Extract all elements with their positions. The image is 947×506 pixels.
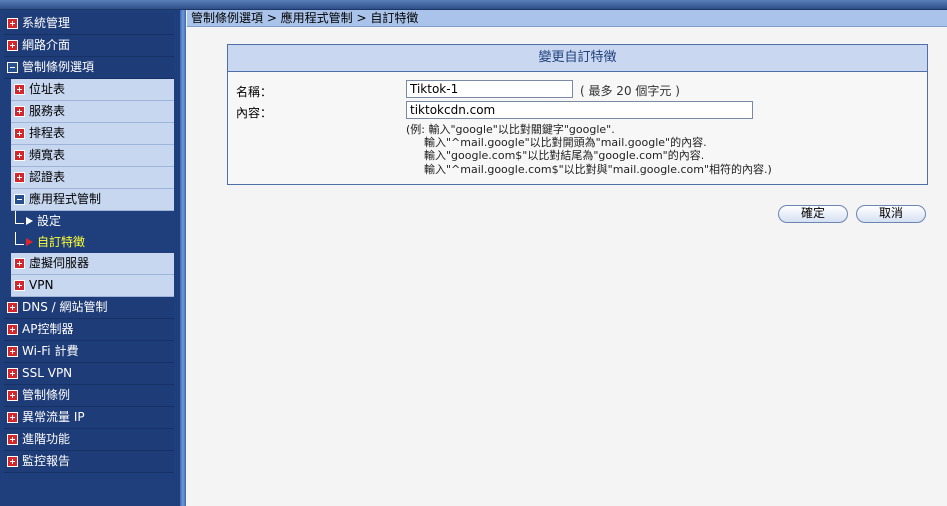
content-input[interactable] [406,101,753,119]
name-label: 名稱： [236,85,273,99]
example-line: 輸入"^mail.google"以比對開頭為"mail.google"的內容. [424,136,707,150]
name-input[interactable] [406,80,573,98]
sidebar-item-label: SSL VPN [22,366,73,380]
sidebar-item-label: Wi-Fi 計費 [22,344,79,358]
sidebar-leaf-custom-signature[interactable]: 自訂特徵 [11,232,174,253]
ok-button[interactable]: 確定 [778,205,848,223]
sidebar-item-policy-options[interactable]: 管制條例選項 [4,57,174,79]
sidebar-subitem-app-control[interactable]: 應用程式管制 [11,189,174,211]
sidebar-subitem-label: 位址表 [29,82,66,96]
sidebar-divider[interactable] [180,10,186,506]
arrow-right-icon [26,238,33,246]
expand-plus-icon [7,434,18,445]
example-help-text: (例: 輸入"google"以比對關鍵字"google". 輸入"^mail.g… [406,123,772,176]
expand-plus-icon [14,280,25,291]
sidebar-nav: 系統管理 網路介面 管制條例選項 位址表 服務表 排程表 頻寬表 認證表 應用程… [4,13,174,473]
expand-plus-icon [7,390,18,401]
cancel-button[interactable]: 取消 [856,205,926,223]
sidebar-item-advanced[interactable]: 進階功能 [4,429,174,451]
sidebar-item-ap-controller[interactable]: AP控制器 [4,319,174,341]
example-line: 輸入"google.com$"以比對結尾為"google.com"的內容. [424,149,705,163]
sidebar-leaf-settings[interactable]: 設定 [11,211,174,232]
example-line: 輸入"^mail.google.com$"以比對與"mail.google.co… [424,162,772,176]
sidebar-subitem-address[interactable]: 位址表 [11,79,174,101]
sidebar-item-label: 系統管理 [22,16,71,30]
tree-line-icon [15,211,24,224]
expand-plus-icon [7,302,18,313]
breadcrumb: 管制條例選項 > 應用程式管制 > 自訂特徵 [187,10,947,27]
sidebar-item-label: DNS / 網站管制 [22,300,108,314]
sidebar-subitem-virtual-server[interactable]: 虛擬伺服器 [11,253,174,275]
sidebar-subitem-auth[interactable]: 認證表 [11,167,174,189]
custom-signature-panel: 變更自訂特徵 名稱： ( 最多 20 個字元 ) 內容： (例: 輸入"goog… [227,44,928,185]
sidebar-subitem-bandwidth[interactable]: 頻寬表 [11,145,174,167]
sidebar-item-policy[interactable]: 管制條例 [4,385,174,407]
sidebar-leaf-label: 設定 [37,214,62,228]
example-line: (例: 輸入"google"以比對關鍵字"google". [406,123,615,136]
tree-line-icon [15,232,24,245]
sidebar-leaf-label: 自訂特徵 [37,235,86,249]
expand-plus-icon [7,324,18,335]
sidebar-subitem-label: 虛擬伺服器 [29,256,90,270]
sidebar-item-network[interactable]: 網路介面 [4,35,174,57]
content-label: 內容： [236,106,273,120]
expand-plus-icon [7,18,18,29]
arrow-right-icon [26,217,33,225]
top-bar [0,0,947,10]
expand-plus-icon [7,346,18,357]
sidebar-subitem-label: VPN [29,278,54,292]
expand-plus-icon [14,128,25,139]
sidebar-subitem-label: 排程表 [29,126,66,140]
sidebar-subitem-label: 應用程式管制 [29,192,102,206]
expand-plus-icon [14,84,25,95]
sidebar-item-ssl-vpn[interactable]: SSL VPN [4,363,174,385]
sidebar-item-label: 管制條例選項 [22,60,95,74]
expand-plus-icon [7,412,18,423]
sidebar-item-label: 網路介面 [22,38,71,52]
sidebar-subitem-service[interactable]: 服務表 [11,101,174,123]
sidebar-subitem-label: 頻寬表 [29,148,66,162]
expand-plus-icon [14,150,25,161]
sidebar-subitem-vpn[interactable]: VPN [11,275,174,297]
expand-plus-icon [7,40,18,51]
sidebar-subitem-schedule[interactable]: 排程表 [11,123,174,145]
expand-plus-icon [7,368,18,379]
sidebar-item-label: 監控報告 [22,454,71,468]
sidebar-item-wifi-billing[interactable]: Wi-Fi 計費 [4,341,174,363]
sidebar-item-dns-web[interactable]: DNS / 網站管制 [4,297,174,319]
expand-plus-icon [14,106,25,117]
collapse-minus-icon [7,62,18,73]
sidebar-item-monitor-report[interactable]: 監控報告 [4,451,174,473]
sidebar-item-label: AP控制器 [22,322,74,336]
main-content: 變更自訂特徵 名稱： ( 最多 20 個字元 ) 內容： (例: 輸入"goog… [187,28,947,506]
sidebar-item-system[interactable]: 系統管理 [4,13,174,35]
expand-plus-icon [7,456,18,467]
sidebar-subitem-label: 認證表 [29,170,66,184]
sidebar-subitem-label: 服務表 [29,104,66,118]
expand-plus-icon [14,172,25,183]
collapse-minus-icon [14,194,25,205]
sidebar-item-anomaly-ip[interactable]: 異常流量 IP [4,407,174,429]
sidebar-item-label: 進階功能 [22,432,71,446]
panel-title: 變更自訂特徵 [228,45,927,72]
name-hint: ( 最多 20 個字元 ) [580,84,680,98]
expand-plus-icon [14,258,25,269]
sidebar-item-label: 異常流量 IP [22,410,85,424]
sidebar-item-label: 管制條例 [22,388,71,402]
